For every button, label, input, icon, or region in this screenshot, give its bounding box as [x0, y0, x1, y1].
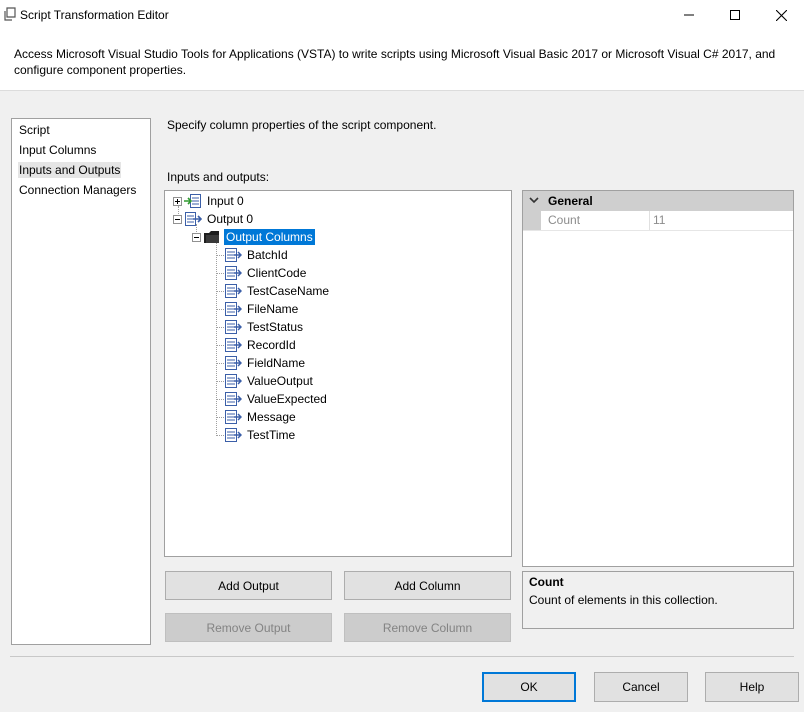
add-output-button[interactable]: Add Output — [165, 571, 332, 600]
inputs-outputs-tree[interactable]: Input 0 Output 0 Output Columns BatchId … — [164, 190, 512, 557]
remove-output-button[interactable]: Remove Output — [165, 613, 332, 642]
column-label: FieldName — [247, 356, 306, 370]
footer-separator — [10, 656, 794, 657]
tree-connector — [216, 327, 224, 328]
tree-node-column[interactable]: ValueExpected — [216, 390, 329, 408]
column-icon — [225, 410, 242, 424]
maximize-button[interactable] — [712, 0, 758, 30]
add-column-button[interactable]: Add Column — [344, 571, 511, 600]
tree-node-column[interactable]: TestTime — [216, 426, 297, 444]
column-icon — [225, 356, 242, 370]
title-bar: Script Transformation Editor — [0, 0, 804, 30]
close-button[interactable] — [758, 0, 804, 30]
property-name: Count — [548, 213, 581, 227]
tree-connector — [216, 363, 224, 364]
tree-node-column[interactable]: TestStatus — [216, 318, 305, 336]
tree-node-column[interactable]: RecordId — [216, 336, 298, 354]
tree-node-column[interactable]: TestCaseName — [216, 282, 331, 300]
column-label: ClientCode — [247, 266, 307, 280]
page-heading: Specify column properties of the script … — [167, 118, 437, 132]
tree-node-label: Output 0 — [207, 212, 254, 226]
nav-item-inputs-and-outputs[interactable]: Inputs and Outputs — [18, 162, 122, 178]
property-description-title: Count — [529, 575, 564, 589]
tree-connector — [216, 345, 224, 346]
property-value: 11 — [653, 213, 666, 227]
column-label: RecordId — [247, 338, 296, 352]
tree-node-column[interactable]: ClientCode — [216, 264, 308, 282]
chevron-down-icon[interactable] — [529, 193, 539, 207]
tree-node-input[interactable]: Input 0 — [173, 192, 246, 210]
tree-node-column[interactable]: Message — [216, 408, 298, 426]
description-text: Access Microsoft Visual Studio Tools for… — [14, 47, 776, 77]
expand-icon[interactable] — [173, 196, 182, 206]
tree-node-label-selected: Output Columns — [224, 229, 315, 245]
column-label: ValueOutput — [247, 374, 313, 388]
cancel-button[interactable]: Cancel — [594, 672, 688, 702]
property-category-label: General — [548, 194, 593, 208]
collapse-icon[interactable] — [173, 214, 182, 224]
close-icon — [775, 9, 787, 21]
minimize-icon — [684, 14, 694, 16]
folder-icon — [204, 231, 219, 243]
tree-connector — [216, 399, 224, 400]
script-app-icon — [4, 7, 16, 21]
column-label: ValueExpected — [247, 392, 327, 406]
column-icon — [225, 428, 242, 442]
column-label: TestStatus — [247, 320, 304, 334]
tree-node-column[interactable]: BatchId — [216, 246, 290, 264]
property-separator — [649, 211, 650, 230]
property-grid[interactable]: General Count 11 — [522, 190, 794, 567]
column-label: TestCaseName — [247, 284, 330, 298]
tree-connector — [216, 381, 224, 382]
column-icon — [225, 392, 242, 406]
tree-node-output-columns[interactable]: Output Columns — [192, 228, 315, 246]
tree-connector — [216, 291, 224, 292]
column-label: BatchId — [247, 248, 288, 262]
column-icon — [225, 284, 242, 298]
output-icon — [185, 212, 202, 226]
tree-connector — [216, 255, 224, 256]
column-icon — [225, 320, 242, 334]
tree-connector — [216, 273, 224, 274]
minimize-button[interactable] — [666, 0, 712, 30]
maximize-icon — [730, 10, 740, 20]
property-gutter — [523, 211, 541, 230]
column-label: Message — [247, 410, 296, 424]
property-description-text: Count of elements in this collection. — [529, 593, 718, 607]
property-description-panel: Count Count of elements in this collecti… — [522, 571, 794, 629]
nav-item-connection-managers[interactable]: Connection Managers — [18, 182, 137, 198]
column-icon — [225, 248, 242, 262]
nav-item-script[interactable]: Script — [18, 122, 51, 138]
column-icon — [225, 302, 242, 316]
description-panel: Access Microsoft Visual Studio Tools for… — [0, 30, 804, 91]
tree-node-column[interactable]: FileName — [216, 300, 300, 318]
column-icon — [225, 374, 242, 388]
column-icon — [225, 338, 242, 352]
help-button[interactable]: Help — [705, 672, 799, 702]
nav-item-input-columns[interactable]: Input Columns — [18, 142, 97, 158]
page-navigation: Script Input Columns Inputs and Outputs … — [11, 118, 151, 645]
input-icon — [184, 194, 201, 208]
tree-connector — [216, 435, 224, 436]
remove-column-button[interactable]: Remove Column — [344, 613, 511, 642]
tree-node-output[interactable]: Output 0 — [173, 210, 255, 228]
tree-connector — [216, 309, 224, 310]
tree-label: Inputs and outputs: — [167, 170, 270, 184]
column-label: TestTime — [247, 428, 296, 442]
column-icon — [225, 266, 242, 280]
ok-button[interactable]: OK — [482, 672, 576, 702]
tree-node-label: Input 0 — [207, 194, 244, 208]
tree-connector — [216, 417, 224, 418]
window-title: Script Transformation Editor — [20, 8, 169, 22]
property-category-general[interactable]: General — [523, 191, 793, 211]
tree-node-column[interactable]: FieldName — [216, 354, 307, 372]
column-label: FileName — [247, 302, 299, 316]
collapse-icon[interactable] — [192, 232, 201, 242]
tree-node-column[interactable]: ValueOutput — [216, 372, 315, 390]
